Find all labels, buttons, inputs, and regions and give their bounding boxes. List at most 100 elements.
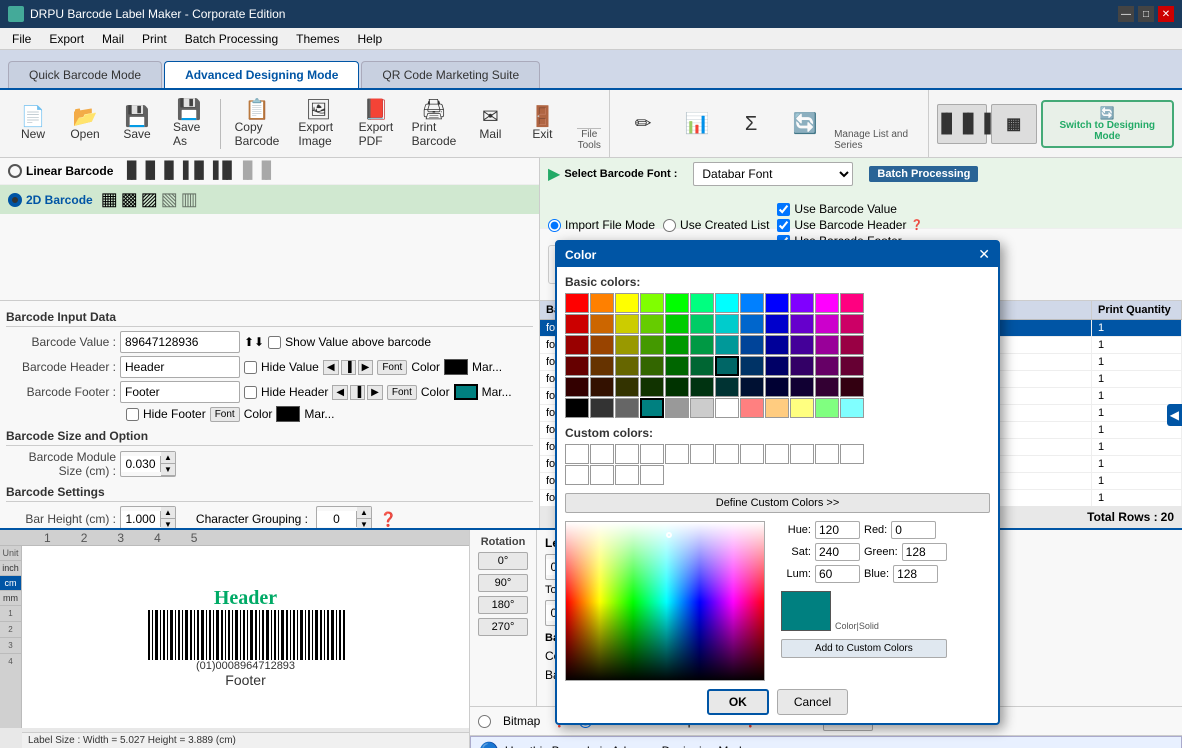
spectrum-canvas[interactable]: [566, 522, 765, 681]
open-button[interactable]: 📂 Open: [60, 103, 110, 145]
custom-swatch[interactable]: [615, 465, 639, 485]
color-swatch[interactable]: [790, 335, 814, 355]
custom-swatch[interactable]: [715, 444, 739, 464]
color-swatch[interactable]: [740, 377, 764, 397]
footer-align-center[interactable]: ▐: [350, 385, 365, 400]
header-align-left[interactable]: ◀: [323, 360, 339, 375]
green-input[interactable]: [902, 543, 947, 561]
color-swatch[interactable]: [840, 335, 864, 355]
custom-swatch[interactable]: [765, 444, 789, 464]
color-swatch[interactable]: [815, 356, 839, 376]
char-grouping-down[interactable]: ▼: [357, 519, 371, 528]
module-size-down[interactable]: ▼: [161, 464, 175, 476]
color-swatch[interactable]: [565, 314, 589, 334]
switch-designing-button[interactable]: 🔄 Switch to Designing Mode: [1041, 100, 1174, 148]
color-swatch[interactable]: [690, 293, 714, 313]
export-pdf-button[interactable]: 📕 Export PDF: [350, 96, 403, 152]
show-value-checkbox[interactable]: [268, 336, 281, 349]
footer-color-box2[interactable]: [276, 406, 300, 422]
char-grouping-up[interactable]: ▲: [357, 507, 371, 519]
color-swatch[interactable]: [590, 335, 614, 355]
custom-swatch[interactable]: [790, 444, 814, 464]
color-swatch[interactable]: [615, 398, 639, 418]
menu-print[interactable]: Print: [134, 30, 175, 48]
color-swatch[interactable]: [790, 398, 814, 418]
color-swatch[interactable]: [615, 335, 639, 355]
color-swatch[interactable]: [690, 377, 714, 397]
new-button[interactable]: 📄 New: [8, 103, 58, 145]
minimize-button[interactable]: —: [1118, 6, 1134, 22]
color-swatch[interactable]: [690, 314, 714, 334]
footer-align-left[interactable]: ◀: [332, 385, 348, 400]
color-swatch[interactable]: [840, 314, 864, 334]
custom-swatch[interactable]: [640, 465, 664, 485]
color-swatch[interactable]: [840, 377, 864, 397]
rotate-90-button[interactable]: 90°: [478, 574, 528, 592]
color-swatch[interactable]: [665, 356, 689, 376]
red-input[interactable]: [891, 521, 936, 539]
manage-list-btn1[interactable]: ✏: [618, 110, 668, 138]
color-swatch[interactable]: [590, 377, 614, 397]
hide-footer-checkbox[interactable]: [126, 408, 139, 421]
color-swatch[interactable]: [815, 293, 839, 313]
color-swatch[interactable]: [740, 335, 764, 355]
color-swatch[interactable]: [790, 314, 814, 334]
color-swatch[interactable]: [815, 377, 839, 397]
footer-color-box[interactable]: [454, 384, 478, 400]
barcode-header-input[interactable]: [120, 356, 240, 378]
rotate-270-button[interactable]: 270°: [478, 618, 528, 636]
sat-input[interactable]: [815, 543, 860, 561]
tab-quick-barcode[interactable]: Quick Barcode Mode: [8, 61, 162, 88]
color-swatch[interactable]: [590, 314, 614, 334]
color-swatch[interactable]: [665, 335, 689, 355]
save-as-button[interactable]: 💾 Save As: [164, 96, 214, 152]
menu-export[interactable]: Export: [41, 30, 92, 48]
color-swatch[interactable]: [640, 335, 664, 355]
exit-button[interactable]: 🚪 Exit: [517, 103, 567, 145]
color-swatch[interactable]: [665, 293, 689, 313]
unit-inch[interactable]: inch: [0, 561, 21, 576]
color-swatch[interactable]: [765, 398, 789, 418]
2d-barcode-radio[interactable]: 2D Barcode: [8, 193, 93, 207]
color-swatch[interactable]: [565, 356, 589, 376]
hide-header-checkbox[interactable]: [244, 386, 257, 399]
color-swatch[interactable]: [840, 293, 864, 313]
color-swatch[interactable]: [765, 293, 789, 313]
close-button[interactable]: ✕: [1158, 6, 1174, 22]
color-cancel-button[interactable]: Cancel: [777, 689, 848, 715]
manage-list-btn2[interactable]: 📊: [672, 110, 722, 138]
scroll-left-btn[interactable]: ◀: [1167, 404, 1182, 426]
color-swatch[interactable]: [815, 335, 839, 355]
header-align-right[interactable]: ▶: [358, 360, 374, 375]
color-swatch[interactable]: [815, 398, 839, 418]
use-barcode-value-option[interactable]: Use Barcode Value: [777, 202, 923, 216]
copy-barcode-button[interactable]: 📋 Copy Barcode: [227, 96, 288, 152]
lum-input[interactable]: [815, 565, 860, 583]
color-swatch[interactable]: [740, 293, 764, 313]
custom-swatch[interactable]: [690, 444, 714, 464]
color-swatch[interactable]: [690, 356, 714, 376]
hue-input[interactable]: [815, 521, 860, 539]
menu-batch[interactable]: Batch Processing: [177, 30, 286, 48]
export-image-button[interactable]: 🖼 Export Image: [289, 96, 347, 152]
color-swatch[interactable]: [740, 398, 764, 418]
bar-height-up[interactable]: ▲: [161, 507, 175, 519]
color-swatch[interactable]: [765, 314, 789, 334]
color-swatch[interactable]: [715, 335, 739, 355]
use-barcode-value-check[interactable]: [777, 203, 790, 216]
color-swatch[interactable]: [715, 293, 739, 313]
color-spectrum[interactable]: [565, 521, 765, 681]
custom-swatch[interactable]: [665, 444, 689, 464]
color-swatch[interactable]: [715, 356, 739, 376]
color-swatch[interactable]: [690, 335, 714, 355]
linear-barcode-radio[interactable]: Linear Barcode: [8, 164, 113, 178]
rotate-180-button[interactable]: 180°: [478, 596, 528, 614]
bitmap-radio[interactable]: [478, 715, 491, 728]
color-swatch[interactable]: [790, 293, 814, 313]
menu-file[interactable]: File: [4, 30, 39, 48]
custom-swatch[interactable]: [565, 465, 589, 485]
custom-swatch[interactable]: [615, 444, 639, 464]
color-swatch[interactable]: [565, 398, 589, 418]
custom-swatch[interactable]: [590, 444, 614, 464]
footer-align-right[interactable]: ▶: [367, 385, 383, 400]
